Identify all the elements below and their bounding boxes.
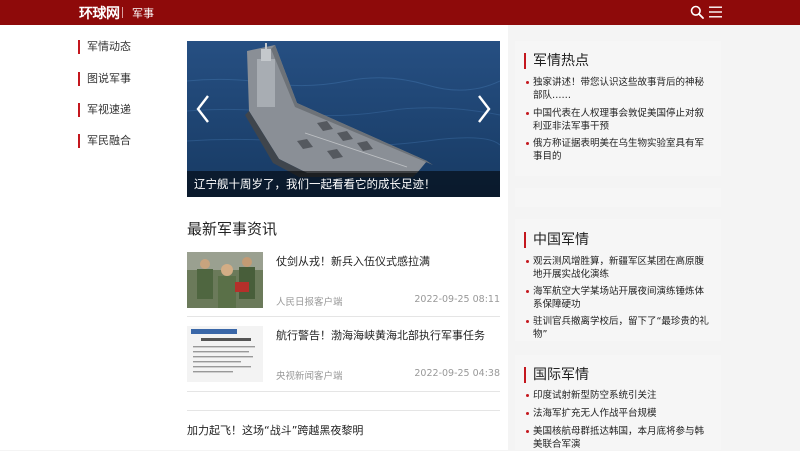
panel-item[interactable]: 印度试射新型防空系统引关注 (526, 389, 711, 402)
panel-item[interactable]: 海军航空大学某场站开展夜间演练锤炼体系保障硬功 (526, 285, 711, 311)
news-thumbnail[interactable] (187, 326, 263, 382)
left-nav (0, 25, 172, 450)
panel-item[interactable]: 观云测风增胜算，新疆军区某团在高原腹地开展实战化演练 (526, 255, 711, 281)
logo-separator (122, 7, 123, 18)
panel-title-intl: 国际军情 (524, 367, 589, 383)
divider (187, 391, 500, 392)
panel-item[interactable]: 法海军扩充无人作战平台规模 (526, 407, 711, 420)
panel-item[interactable]: 美国核航母群抵达韩国，本月底将参与韩美联合军演 (526, 425, 711, 451)
news-time: 2022-09-25 08:11 (414, 294, 500, 305)
nav-item-military-video[interactable]: 军视速递 (78, 103, 131, 117)
news-title[interactable]: 加力起飞！这场“战斗”跨越黑夜黎明 (187, 422, 363, 438)
top-bar: 环球网 军事 (0, 0, 800, 25)
site-logo[interactable]: 环球网 (79, 3, 120, 23)
hero-caption[interactable]: 辽宁舰十周岁了，我们一起看看它的成长足迹！ (187, 171, 500, 197)
divider (187, 410, 500, 411)
panel-empty (515, 188, 721, 207)
panel-item[interactable]: 驻训官兵撤离学校后，留下了“最珍贵的礼物” (526, 315, 711, 341)
chevron-left-icon[interactable] (193, 93, 213, 125)
nav-item-picture-military[interactable]: 图说军事 (78, 72, 131, 86)
nav-item-military-news[interactable]: 军情动态 (78, 40, 131, 54)
nav-item-civil-military[interactable]: 军民融合 (78, 134, 131, 148)
news-item[interactable]: 仗剑从戎！新兵入伍仪式感拉满 人民日报客户端 2022-09-25 08:11 (187, 252, 500, 316)
chevron-right-icon[interactable] (474, 93, 494, 125)
panel-title-china: 中国军情 (524, 232, 589, 248)
search-icon[interactable] (690, 5, 704, 19)
panel-intl: 国际军情 印度试射新型防空系统引关注 法海军扩充无人作战平台规模 美国核航母群抵… (515, 355, 721, 450)
news-thumbnail[interactable] (187, 252, 263, 308)
panel-item[interactable]: 中国代表在人权理事会敦促美国停止对叙利亚非法军事干预 (526, 107, 711, 133)
news-source: 人民日报客户端 (276, 297, 343, 308)
panel-hot: 军情热点 独家讲述！带您认识这些故事背后的神秘部队…… 中国代表在人权理事会敦促… (515, 41, 721, 176)
panel-item[interactable]: 俄方称证据表明美在乌生物实验室具有军事目的 (526, 137, 711, 163)
section-title-latest: 最新军事资讯 (187, 220, 278, 238)
hero-carousel[interactable]: 辽宁舰十周岁了，我们一起看看它的成长足迹！ (187, 41, 500, 197)
divider (187, 316, 500, 317)
news-item[interactable]: 航行警告！渤海海峡黄海北部执行军事任务 央视新闻客户端 2022-09-25 0… (187, 326, 500, 390)
menu-icon[interactable] (709, 6, 722, 18)
news-source: 央视新闻客户端 (276, 371, 343, 382)
channel-name[interactable]: 军事 (132, 5, 154, 21)
panel-china: 中国军情 观云测风增胜算，新疆军区某团在高原腹地开展实战化演练 海军航空大学某场… (515, 219, 721, 341)
news-time: 2022-09-25 04:38 (414, 368, 500, 379)
news-title[interactable]: 航行警告！渤海海峡黄海北部执行军事任务 (276, 328, 485, 343)
news-title[interactable]: 仗剑从戎！新兵入伍仪式感拉满 (276, 254, 430, 269)
panel-title-hot: 军情热点 (524, 53, 589, 69)
panel-item[interactable]: 独家讲述！带您认识这些故事背后的神秘部队…… (526, 76, 711, 102)
